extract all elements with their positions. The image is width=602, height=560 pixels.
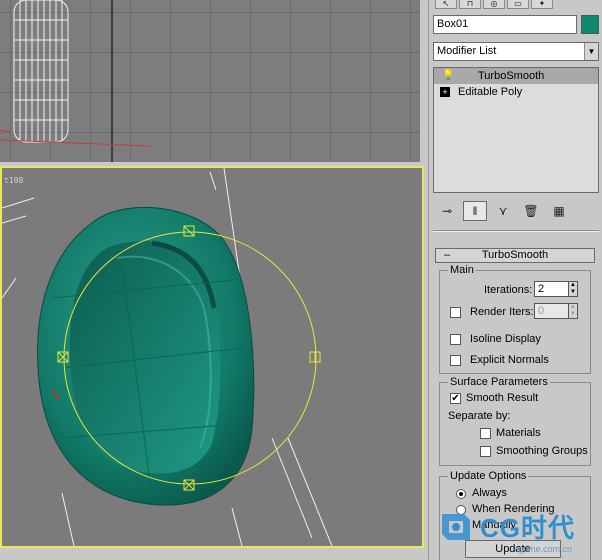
viewport-label: t198	[4, 176, 24, 185]
when-rendering-label: When Rendering	[472, 503, 555, 515]
main-group-title: Main	[448, 263, 476, 277]
explicit-normals-checkbox[interactable]	[450, 355, 461, 366]
separate-by-label: Separate by:	[448, 410, 511, 422]
materials-label: Materials	[496, 427, 541, 439]
iterations-label: Iterations:	[484, 284, 533, 296]
command-panel: ↖ ⊓ ◎ ▭ ✦ Box01 Modifier List ▼ 💡 TurboS…	[428, 0, 602, 560]
turbosmooth-mesh	[37, 206, 255, 506]
iterations-value: 2	[538, 283, 545, 295]
stack-item-label: TurboSmooth	[478, 70, 545, 82]
perspective-viewport[interactable]: t198	[0, 166, 424, 548]
stack-tools: ⊸ ‖ ⋎ 🗑 ▦	[435, 200, 601, 222]
modifier-stack: 💡 TurboSmooth + Editable Poly	[433, 67, 599, 193]
object-name-field[interactable]: Box01	[433, 15, 577, 34]
create-tab-icon[interactable]: ↖	[435, 0, 457, 9]
render-iters-label: Render Iters:	[470, 306, 534, 318]
iterations-spinner[interactable]: 2 ▲ ▼	[534, 281, 578, 297]
lightbulb-icon[interactable]: 💡	[442, 70, 454, 82]
rollout-title: TurboSmooth	[481, 249, 549, 261]
always-radio[interactable]	[456, 489, 466, 499]
isoline-display-checkbox[interactable]	[450, 334, 461, 345]
motion-tab-icon[interactable]: ◎	[483, 0, 505, 9]
configure-modifier-sets-icon[interactable]: ▦	[547, 201, 571, 221]
top-viewport-canvas	[0, 0, 151, 162]
stack-item-turbosmooth[interactable]: 💡 TurboSmooth	[434, 68, 598, 84]
stack-item-editable-poly[interactable]: + Editable Poly	[434, 84, 598, 100]
expand-plus-icon[interactable]: +	[440, 87, 450, 97]
manually-label: Manually	[472, 519, 517, 531]
utilities-tab-icon[interactable]: ✦	[531, 0, 553, 9]
update-button[interactable]: Update	[465, 540, 561, 558]
surface-parameters-group: Surface Parameters ✔ Smooth Result Separ…	[439, 375, 591, 466]
smoothing-groups-label: Smoothing Groups	[496, 445, 588, 457]
panel-divider	[433, 230, 599, 232]
viewports-area: t198	[0, 0, 428, 560]
main-group: Main Iterations: 2 ▲ ▼ Render Iters: 0 ▲ ▼…	[439, 263, 591, 374]
render-iters-spinner[interactable]: 0 ▲ ▼	[534, 303, 578, 319]
make-unique-icon[interactable]: ⋎	[491, 201, 515, 221]
always-label: Always	[472, 487, 507, 499]
top-viewport[interactable]	[0, 0, 420, 162]
stack-item-label: Editable Poly	[458, 86, 523, 98]
perspective-viewport-canvas	[2, 168, 333, 546]
modifier-list-label: Modifier List	[437, 45, 497, 57]
spinner-arrows-icon[interactable]: ▲ ▼	[568, 281, 578, 297]
update-options-title: Update Options	[448, 469, 529, 483]
wireframe-object	[13, 0, 69, 143]
explicit-normals-label: Explicit Normals	[470, 354, 549, 366]
smooth-result-checkbox[interactable]: ✔	[450, 393, 461, 404]
materials-checkbox[interactable]	[480, 428, 491, 439]
turbosmooth-rollout-header[interactable]: – TurboSmooth	[435, 248, 595, 263]
smoothing-groups-checkbox[interactable]	[480, 446, 491, 457]
manually-radio[interactable]	[456, 521, 466, 531]
collapse-minus-icon: –	[444, 249, 451, 261]
show-end-result-icon[interactable]: ‖	[463, 201, 487, 221]
remove-modifier-icon[interactable]: 🗑	[519, 201, 543, 221]
spinner-arrows-icon[interactable]: ▲ ▼	[568, 303, 578, 319]
modifier-list-dropdown[interactable]: Modifier List ▼	[433, 42, 599, 61]
object-color-swatch[interactable]	[581, 15, 599, 34]
isoline-display-label: Isoline Display	[470, 333, 541, 345]
pin-stack-icon[interactable]: ⊸	[435, 201, 459, 221]
hierarchy-tab-icon[interactable]: ⊓	[459, 0, 481, 9]
when-rendering-radio[interactable]	[456, 505, 466, 515]
render-iters-checkbox[interactable]	[450, 307, 461, 318]
chevron-down-icon[interactable]: ▼	[584, 43, 598, 60]
surface-parameters-title: Surface Parameters	[448, 375, 550, 389]
display-tab-icon[interactable]: ▭	[507, 0, 529, 9]
smooth-result-label: Smooth Result	[466, 392, 539, 404]
command-panel-tabs: ↖ ⊓ ◎ ▭ ✦	[429, 0, 602, 10]
render-iters-value: 0	[538, 305, 545, 317]
